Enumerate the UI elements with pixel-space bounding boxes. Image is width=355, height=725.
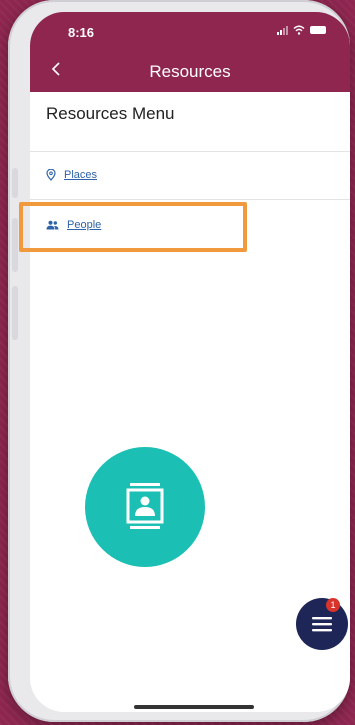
resources-menu-heading: Resources Menu — [46, 104, 175, 123]
menu-fab-button[interactable] — [296, 598, 348, 650]
app-header: 8:16 Resources — [30, 12, 350, 92]
status-icons — [277, 25, 326, 35]
contact-card-button[interactable] — [85, 447, 205, 567]
battery-icon — [310, 26, 326, 34]
volume-down-button — [12, 286, 18, 340]
location-pin-icon — [46, 169, 56, 181]
status-time: 8:16 — [68, 25, 95, 40]
volume-up-button — [12, 218, 18, 272]
menu-item-label[interactable]: Places — [64, 169, 97, 181]
divider — [30, 151, 350, 152]
contact-card-icon — [126, 483, 164, 529]
signal-icon — [277, 25, 288, 35]
home-indicator[interactable] — [134, 705, 254, 709]
hamburger-menu-icon — [312, 617, 332, 632]
app-screen: 8:16 Resources Resources Menu Places Peo… — [30, 12, 350, 712]
wifi-icon — [293, 25, 305, 35]
highlight-box — [19, 202, 247, 252]
menu-item-places[interactable]: Places — [46, 169, 97, 181]
mute-switch — [12, 168, 18, 198]
divider — [30, 199, 350, 200]
notification-badge: 1 — [326, 598, 340, 612]
phone-frame: 8:16 Resources Resources Menu Places Peo… — [8, 0, 350, 722]
page-title: Resources — [149, 62, 231, 81]
